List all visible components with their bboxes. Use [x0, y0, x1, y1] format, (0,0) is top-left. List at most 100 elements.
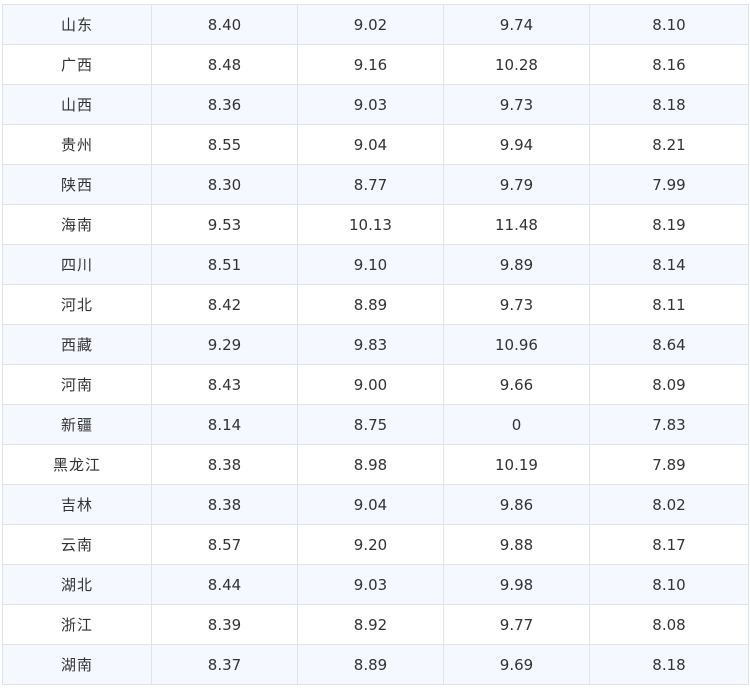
table-row: 新疆 8.14 8.75 0 7.83 — [2, 404, 749, 445]
value-cell-2: 9.16 — [297, 44, 444, 85]
value-cell-1: 8.38 — [151, 484, 298, 525]
region-cell: 吉林 — [2, 484, 152, 525]
value-cell-2: 9.10 — [297, 244, 444, 285]
value-cell-4: 8.11 — [589, 284, 749, 325]
value-cell-3: 9.86 — [443, 484, 590, 525]
region-cell: 四川 — [2, 244, 152, 285]
table-row: 湖南 8.37 8.89 9.69 8.18 — [2, 644, 749, 685]
table-row: 广西 8.48 9.16 10.28 8.16 — [2, 44, 749, 85]
value-cell-2: 8.89 — [297, 284, 444, 325]
value-cell-2: 8.75 — [297, 404, 444, 445]
value-cell-1: 8.30 — [151, 164, 298, 205]
value-cell-4: 8.18 — [589, 644, 749, 685]
region-cell: 山东 — [2, 4, 152, 45]
value-cell-3: 9.73 — [443, 284, 590, 325]
value-cell-1: 8.36 — [151, 84, 298, 125]
table-row: 陕西 8.30 8.77 9.79 7.99 — [2, 164, 749, 205]
value-cell-1: 8.48 — [151, 44, 298, 85]
region-cell: 浙江 — [2, 604, 152, 645]
region-cell: 海南 — [2, 204, 152, 245]
value-cell-1: 8.39 — [151, 604, 298, 645]
value-cell-4: 8.21 — [589, 124, 749, 165]
value-cell-3: 9.66 — [443, 364, 590, 405]
table-row: 山西 8.36 9.03 9.73 8.18 — [2, 84, 749, 125]
region-cell: 广西 — [2, 44, 152, 85]
value-cell-2: 8.92 — [297, 604, 444, 645]
value-cell-2: 9.02 — [297, 4, 444, 45]
region-cell: 陕西 — [2, 164, 152, 205]
value-cell-4: 8.64 — [589, 324, 749, 365]
value-cell-1: 8.38 — [151, 444, 298, 485]
value-cell-1: 8.57 — [151, 524, 298, 565]
region-cell: 贵州 — [2, 124, 152, 165]
value-cell-4: 8.18 — [589, 84, 749, 125]
value-cell-3: 0 — [443, 404, 590, 445]
price-table: 山东 8.40 9.02 9.74 8.10 广西 8.48 9.16 10.28 8.16 山西 8… — [2, 4, 749, 685]
table-row: 吉林 8.38 9.04 9.86 8.02 — [2, 484, 749, 525]
value-cell-3: 9.77 — [443, 604, 590, 645]
table-row: 浙江 8.39 8.92 9.77 8.08 — [2, 604, 749, 645]
value-cell-1: 9.53 — [151, 204, 298, 245]
table-row: 云南 8.57 9.20 9.88 8.17 — [2, 524, 749, 565]
value-cell-3: 9.74 — [443, 4, 590, 45]
value-cell-2: 9.03 — [297, 84, 444, 125]
value-cell-1: 8.40 — [151, 4, 298, 45]
region-cell: 河北 — [2, 284, 152, 325]
value-cell-2: 9.20 — [297, 524, 444, 565]
table-row: 湖北 8.44 9.03 9.98 8.10 — [2, 564, 749, 605]
table-row: 山东 8.40 9.02 9.74 8.10 — [2, 4, 749, 45]
value-cell-4: 8.14 — [589, 244, 749, 285]
value-cell-4: 8.16 — [589, 44, 749, 85]
value-cell-1: 8.42 — [151, 284, 298, 325]
value-cell-3: 9.89 — [443, 244, 590, 285]
value-cell-4: 8.19 — [589, 204, 749, 245]
value-cell-3: 10.96 — [443, 324, 590, 365]
price-table-container: 山东 8.40 9.02 9.74 8.10 广西 8.48 9.16 10.28 8.16 山西 8… — [2, 4, 749, 685]
table-row: 黑龙江 8.38 8.98 10.19 7.89 — [2, 444, 749, 485]
value-cell-1: 8.14 — [151, 404, 298, 445]
table-row: 海南 9.53 10.13 11.48 8.19 — [2, 204, 749, 245]
table-row: 四川 8.51 9.10 9.89 8.14 — [2, 244, 749, 285]
value-cell-2: 8.89 — [297, 644, 444, 685]
region-cell: 山西 — [2, 84, 152, 125]
value-cell-2: 9.04 — [297, 124, 444, 165]
value-cell-1: 8.37 — [151, 644, 298, 685]
value-cell-2: 8.77 — [297, 164, 444, 205]
value-cell-2: 10.13 — [297, 204, 444, 245]
region-cell: 新疆 — [2, 404, 152, 445]
value-cell-2: 9.83 — [297, 324, 444, 365]
value-cell-2: 8.98 — [297, 444, 444, 485]
region-cell: 湖北 — [2, 564, 152, 605]
value-cell-3: 9.73 — [443, 84, 590, 125]
value-cell-4: 8.17 — [589, 524, 749, 565]
table-row: 西藏 9.29 9.83 10.96 8.64 — [2, 324, 749, 365]
value-cell-4: 8.02 — [589, 484, 749, 525]
value-cell-2: 9.04 — [297, 484, 444, 525]
value-cell-3: 10.28 — [443, 44, 590, 85]
value-cell-4: 8.08 — [589, 604, 749, 645]
table-row: 河北 8.42 8.89 9.73 8.11 — [2, 284, 749, 325]
table-row: 河南 8.43 9.00 9.66 8.09 — [2, 364, 749, 405]
value-cell-3: 9.79 — [443, 164, 590, 205]
region-cell: 湖南 — [2, 644, 152, 685]
region-cell: 河南 — [2, 364, 152, 405]
value-cell-4: 8.09 — [589, 364, 749, 405]
value-cell-3: 11.48 — [443, 204, 590, 245]
value-cell-1: 8.51 — [151, 244, 298, 285]
value-cell-3: 9.94 — [443, 124, 590, 165]
value-cell-1: 8.55 — [151, 124, 298, 165]
value-cell-4: 7.89 — [589, 444, 749, 485]
price-table-body: 山东 8.40 9.02 9.74 8.10 广西 8.48 9.16 10.28 8.16 山西 8… — [2, 4, 749, 685]
value-cell-2: 9.03 — [297, 564, 444, 605]
table-row: 贵州 8.55 9.04 9.94 8.21 — [2, 124, 749, 165]
value-cell-3: 10.19 — [443, 444, 590, 485]
value-cell-4: 8.10 — [589, 564, 749, 605]
value-cell-1: 8.43 — [151, 364, 298, 405]
value-cell-2: 9.00 — [297, 364, 444, 405]
value-cell-3: 9.88 — [443, 524, 590, 565]
region-cell: 黑龙江 — [2, 444, 152, 485]
value-cell-3: 9.98 — [443, 564, 590, 605]
value-cell-3: 9.69 — [443, 644, 590, 685]
value-cell-1: 8.44 — [151, 564, 298, 605]
region-cell: 云南 — [2, 524, 152, 565]
